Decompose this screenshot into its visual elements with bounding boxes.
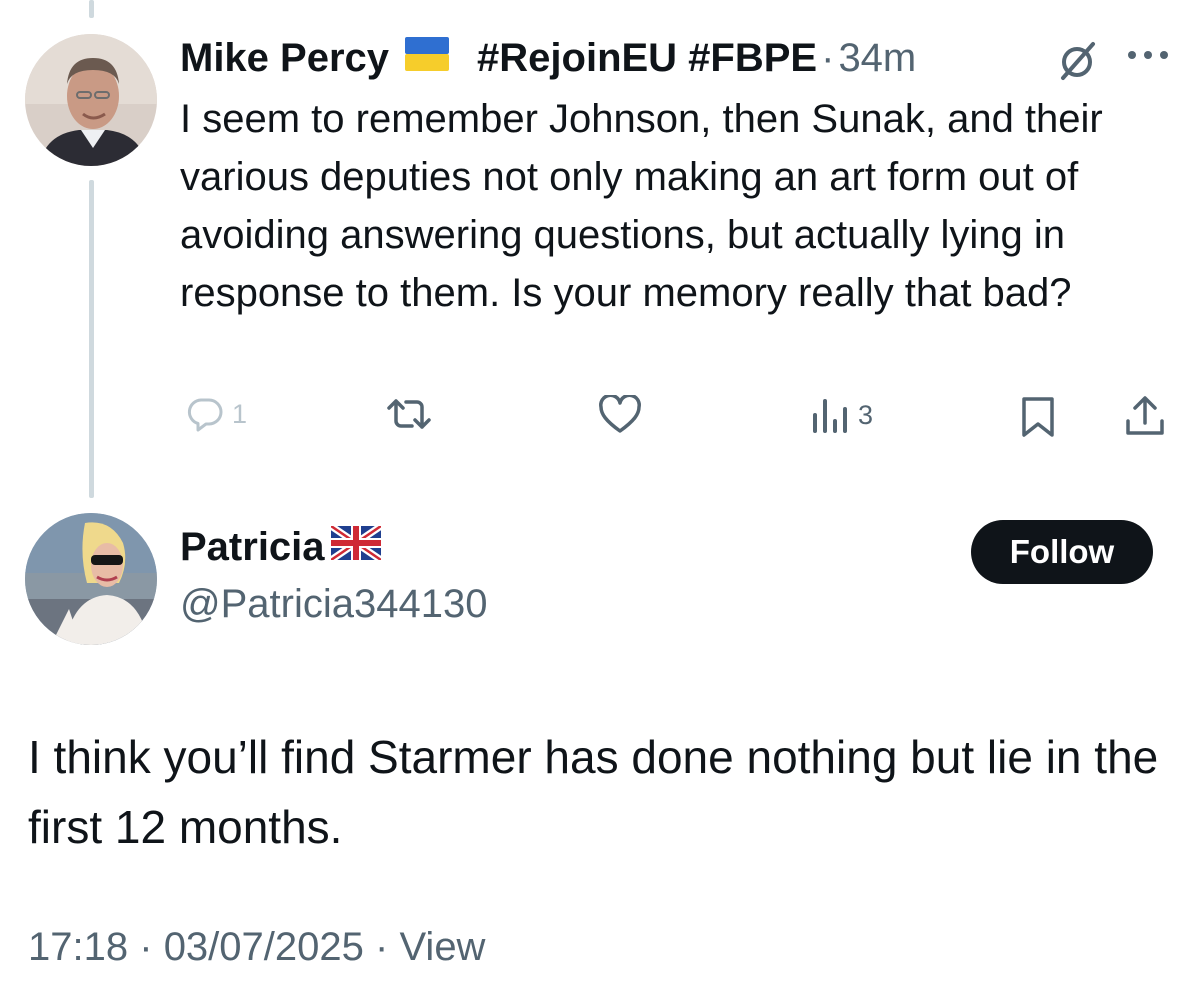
separator-dot: · bbox=[139, 925, 153, 969]
tweet-actions-bar: 1 3 bbox=[0, 395, 1200, 445]
bookmark-icon bbox=[1022, 397, 1054, 437]
main-tweet-text: I think you’ll find Starmer has done not… bbox=[28, 731, 1159, 853]
analytics-icon bbox=[813, 399, 847, 433]
share-icon bbox=[1126, 396, 1164, 435]
bookmark-button[interactable] bbox=[1020, 395, 1056, 439]
more-options-icon[interactable] bbox=[1126, 48, 1170, 67]
avatar-patricia[interactable] bbox=[25, 513, 157, 645]
reply-count: 1 bbox=[232, 398, 248, 429]
heart-icon bbox=[599, 395, 641, 433]
like-button[interactable] bbox=[598, 395, 650, 435]
tweet-meta: 17:18 · 03/07/2025 · View bbox=[28, 925, 485, 970]
author-handle[interactable]: @Patricia344130 bbox=[180, 582, 487, 627]
views-count: 3 bbox=[858, 399, 874, 430]
share-button[interactable] bbox=[1124, 395, 1166, 439]
author-name[interactable]: Mike Percy bbox=[180, 36, 389, 81]
separator-dot: · bbox=[821, 35, 835, 80]
thread-line bbox=[89, 180, 94, 498]
view-link[interactable]: View bbox=[399, 925, 485, 969]
retweet-button[interactable] bbox=[386, 395, 440, 433]
views-button[interactable]: 3 bbox=[810, 395, 873, 435]
uk-flag-icon bbox=[328, 523, 383, 570]
avatar-mike-percy[interactable] bbox=[25, 34, 157, 166]
author-hashtags[interactable]: #RejoinEU #FBPE bbox=[477, 36, 817, 81]
author-name[interactable]: Patricia bbox=[180, 525, 325, 570]
main-author-name-row: Patricia bbox=[180, 523, 383, 570]
avatar-image bbox=[25, 34, 157, 166]
tweet-date[interactable]: 03/07/2025 bbox=[164, 925, 364, 969]
reply-button[interactable]: 1 bbox=[186, 395, 247, 433]
reply-icon bbox=[187, 398, 223, 432]
grok-icon[interactable] bbox=[1055, 38, 1099, 87]
tweet-time[interactable]: 34m bbox=[838, 36, 916, 81]
tweet-time[interactable]: 17:18 bbox=[28, 925, 128, 969]
ukraine-flag-icon bbox=[405, 36, 450, 81]
thread-line-top bbox=[89, 0, 94, 18]
reply-tweet-text: I seem to remember Johnson, then Sunak, … bbox=[180, 97, 1103, 315]
reply-tweet-header: Mike Percy #RejoinEU #FBPE · 34m bbox=[180, 30, 916, 86]
separator-dot: · bbox=[375, 925, 389, 969]
retweet-icon bbox=[387, 399, 431, 429]
follow-button[interactable]: Follow bbox=[971, 520, 1153, 584]
avatar-image bbox=[25, 513, 157, 645]
